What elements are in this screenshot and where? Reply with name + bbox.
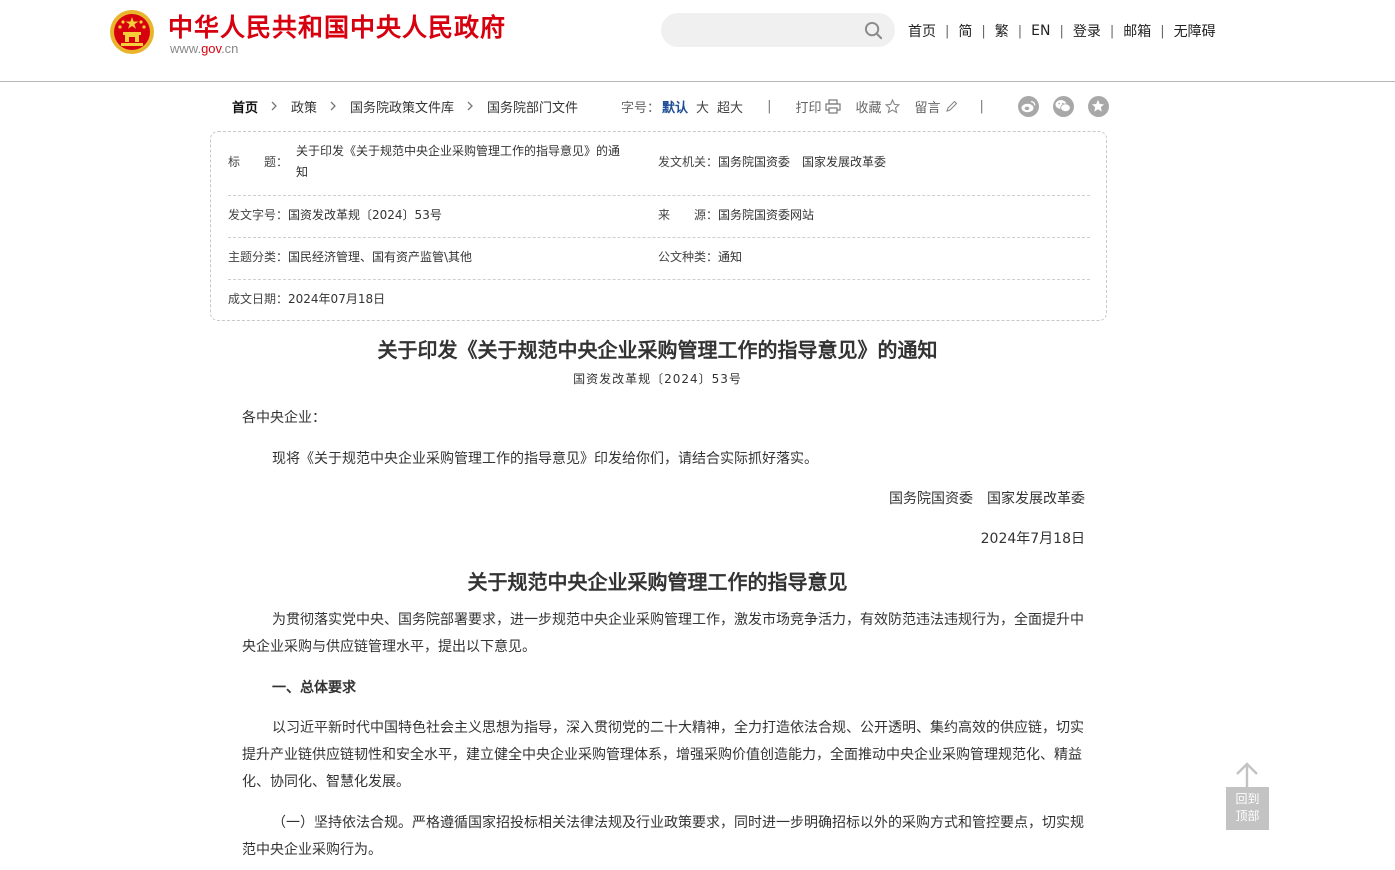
signatories: 国务院国资委 国家发展改革委 [889,491,1085,507]
salutation: 各中央企业： [242,410,326,426]
back-to-top-label: 回到 顶部 [1226,787,1269,830]
search-icon[interactable] [864,21,883,40]
print-label: 打印 [795,100,822,116]
nav-english[interactable]: EN [1031,23,1050,39]
chevron-right-icon [271,101,277,111]
nav-login[interactable]: 登录 [1073,21,1101,41]
font-size-xlarge[interactable]: 超大 [717,97,743,116]
breadcrumb-policy[interactable]: 政策 [291,97,317,116]
breadcrumb-department-docs[interactable]: 国务院部门文件 [487,97,578,116]
url-prefix: www. [170,41,202,56]
meta-row: 主题分类：国民经济管理、国有资产监管\其他 公文种类：通知 [228,237,1090,280]
meta-row: 成文日期：2024年07月18日 [228,279,1090,319]
weibo-icon[interactable] [1017,95,1039,117]
site-title[interactable]: 中华人民共和国中央人民政府 [168,8,506,44]
chevron-right-icon [467,101,473,111]
search-input[interactable] [675,19,859,43]
nav-simplified[interactable]: 简 [958,21,972,41]
back-to-top-button[interactable]: 回到 顶部 [1226,762,1269,830]
search-box [661,13,895,47]
star-icon[interactable] [1087,95,1109,117]
meta-title-label: 标 题： [228,155,289,169]
article-toolbar: 字号： 默认 大 超大 | 打印 收藏 留言 | [621,95,1109,117]
print-button[interactable]: 打印 [795,97,842,116]
printer-icon [825,98,842,114]
article-title: 关于印发《关于规范中央企业采购管理工作的指导意见》的通知 [377,338,938,362]
national-emblem-icon[interactable] [108,8,156,56]
url-suffix: .cn [221,41,239,56]
arrow-up-icon [1236,762,1258,788]
meta-doc-type: 公文种类：通知 [658,250,743,264]
site-url: www.gov.cn [170,41,238,56]
sign-date: 2024年7月18日 [980,531,1085,547]
site-header: 中华人民共和国中央人民政府 www.gov.cn 首页 | 简 | 繁 | EN | 登… [0,0,1395,82]
favorite-label: 收藏 [855,100,882,116]
breadcrumb-home[interactable]: 首页 [232,97,258,116]
meta-topic: 主题分类：国民经济管理、国有资产监管\其他 [228,250,473,264]
section-heading: 一、总体要求 [272,680,356,696]
nav-accessibility[interactable]: 无障碍 [1174,21,1216,41]
nav-mailbox[interactable]: 邮箱 [1123,21,1151,41]
star-outline-icon [885,98,901,114]
paragraph: （一）坚持依法合规。严格遵循国家招投标相关法律法规及行业政策要求，同时进一步明确… [242,815,1084,858]
paragraph: 为贯彻落实党中央、国务院部署要求，进一步规范中央企业采购管理工作，激发市场竞争活… [242,612,1084,655]
favorite-button[interactable]: 收藏 [855,97,901,116]
font-size-label: 字号： [621,100,661,116]
chevron-right-icon [330,101,336,111]
top-nav: 首页 | 简 | 繁 | EN | 登录 | 邮箱 | 无障碍 [908,21,1216,41]
meta-source: 来 源：国务院国资委网站 [658,208,815,222]
nav-traditional[interactable]: 繁 [995,21,1009,41]
document-metadata: 标 题： 关于印发《关于规范中央企业采购管理工作的指导意见》的通知 发文机关：国… [210,131,1107,321]
breadcrumb: 首页 政策 国务院政策文件库 国务院部门文件 [232,96,578,116]
meta-date: 成文日期：2024年07月18日 [228,292,386,306]
font-size-default[interactable]: 默认 [662,97,688,116]
font-size-large[interactable]: 大 [696,97,709,116]
paragraph: 以习近平新时代中国特色社会主义思想为指导，深入贯彻党的二十大精神，全力打造依法合… [242,720,1084,790]
toolbar-divider: | [979,98,984,114]
article-subtitle: 关于规范中央企业采购管理工作的指导意见 [467,570,848,594]
comment-label: 留言 [914,100,941,116]
meta-doc-number: 发文字号：国资发改革规〔2024〕53号 [228,208,442,222]
url-domain: gov [201,41,222,56]
meta-issuer: 发文机关：国务院国资委 国家发展改革委 [658,155,887,169]
meta-row: 发文字号：国资发改革规〔2024〕53号 来 源：国务院国资委网站 [228,195,1090,238]
pencil-icon [945,100,957,112]
meta-row: 标 题： 关于印发《关于规范中央企业采购管理工作的指导意见》的通知 发文机关：国… [228,132,1090,196]
intro-paragraph: 现将《关于规范中央企业采购管理工作的指导意见》印发给你们，请结合实际抓好落实。 [272,451,818,467]
breadcrumb-policy-library[interactable]: 国务院政策文件库 [350,97,454,116]
meta-title-value: 关于印发《关于规范中央企业采购管理工作的指导意见》的通知 [296,144,621,179]
article-doc-number: 国资发改革规〔2024〕53号 [573,372,742,386]
wechat-icon[interactable] [1052,95,1074,117]
nav-home[interactable]: 首页 [908,21,936,41]
comment-button[interactable]: 留言 [914,97,957,116]
toolbar-divider: | [767,98,772,114]
